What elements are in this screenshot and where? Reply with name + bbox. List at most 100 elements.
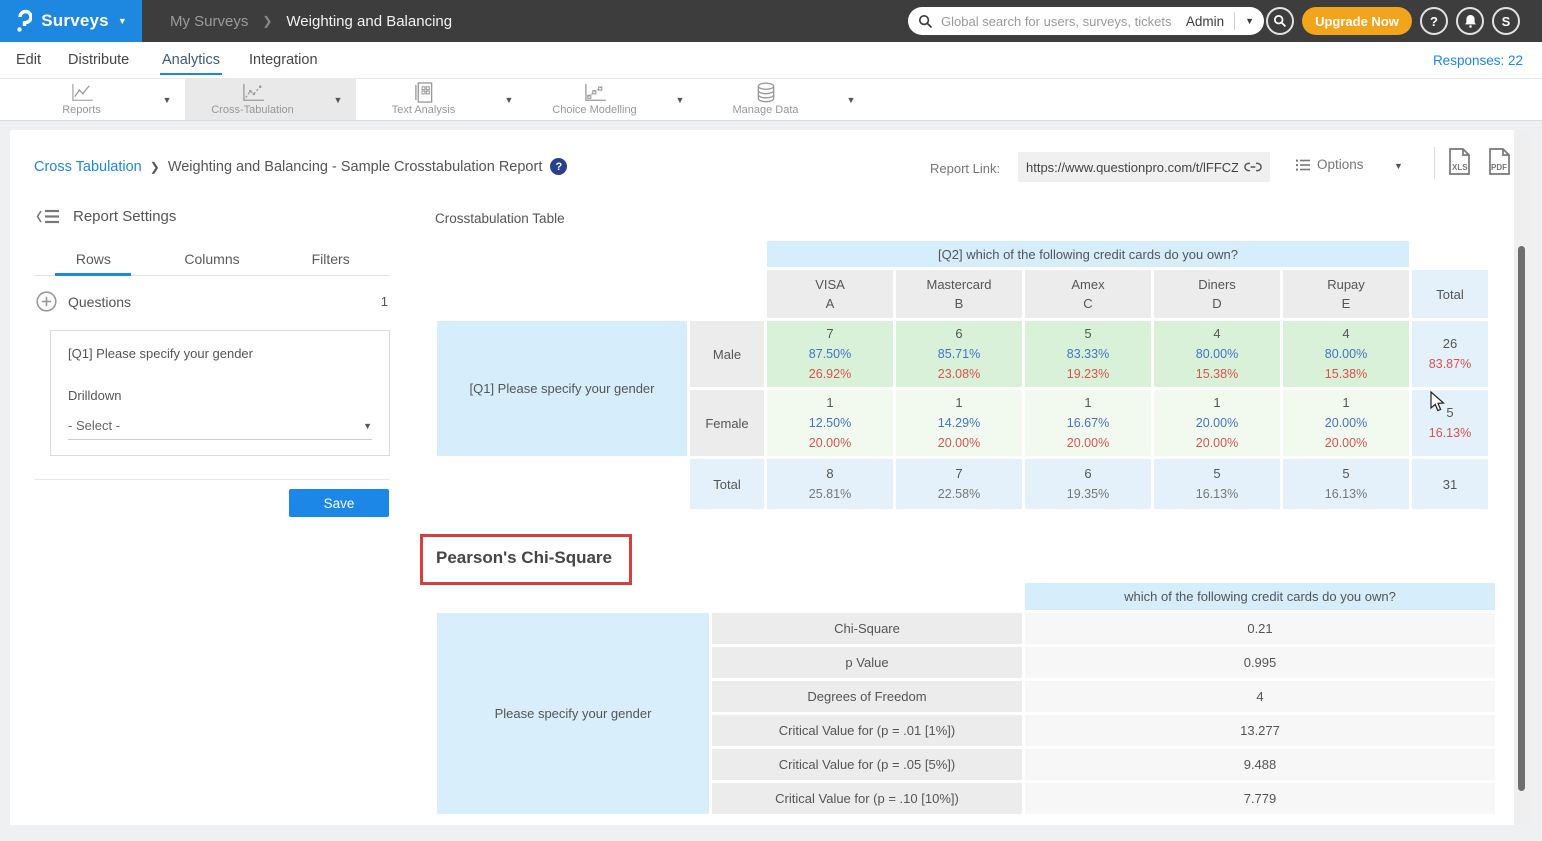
stat-value: 4	[1025, 681, 1495, 712]
total-cell: 516.13%	[1154, 459, 1280, 509]
text-analysis-icon	[414, 83, 434, 103]
tab-filters[interactable]: Filters	[271, 244, 390, 275]
report-help-icon[interactable]: ?	[550, 158, 567, 175]
row-label-female: Female	[690, 390, 764, 456]
data-cell: 480.00%15.38%	[1283, 321, 1409, 387]
report-settings-header: Report Settings	[36, 208, 176, 225]
product-name: Surveys	[41, 11, 109, 31]
divider	[34, 479, 390, 480]
tab-columns[interactable]: Columns	[153, 244, 272, 275]
window-breadcrumb: My Surveys ❯ Weighting and Balancing	[170, 0, 452, 42]
stat-label: Chi-Square	[712, 613, 1022, 644]
toolbar-group-manage-data: Manage Data ▼	[698, 79, 869, 120]
export-pdf-button[interactable]: PDF	[1486, 147, 1512, 182]
column-header: DinersD	[1154, 270, 1280, 318]
total-column-header: Total	[1412, 270, 1488, 318]
stat-label: Critical Value for (p = .10 [10%])	[712, 783, 1022, 814]
report-breadcrumb: Cross Tabulation ❯ Weighting and Balanci…	[34, 158, 567, 175]
reports-label: Reports	[62, 104, 101, 116]
bell-icon	[1464, 14, 1477, 28]
data-cell: 114.29%20.00%	[896, 390, 1022, 456]
help-button[interactable]: ?	[1420, 7, 1448, 35]
column-header: RupayE	[1283, 270, 1409, 318]
data-cell: 685.71%23.08%	[896, 321, 1022, 387]
text-analysis-dropdown-caret[interactable]: ▼	[491, 79, 527, 120]
svg-text:XLS: XLS	[1452, 163, 1468, 172]
options-dropdown-caret[interactable]: ▼	[1394, 161, 1403, 171]
data-cell: 112.50%20.00%	[767, 390, 893, 456]
scrollbar-thumb[interactable]	[1518, 246, 1525, 791]
manage-data-icon	[755, 83, 777, 103]
report-card: Cross Tabulation ❯ Weighting and Balanci…	[10, 130, 1530, 825]
search-icon	[1273, 14, 1287, 28]
add-circle-icon[interactable]	[36, 291, 57, 312]
add-questions-row[interactable]: Questions 1	[36, 291, 388, 312]
data-cell: 116.67%20.00%	[1025, 390, 1151, 456]
column-header: VISAA	[767, 270, 893, 318]
row-total-cell: 2683.87%	[1412, 321, 1488, 387]
save-button[interactable]: Save	[289, 489, 389, 517]
breadcrumb-parent[interactable]: My Surveys	[170, 13, 248, 30]
data-cell: 583.33%19.23%	[1025, 321, 1151, 387]
questionpro-logo-icon	[15, 9, 32, 33]
questions-label: Questions	[68, 294, 381, 310]
cross-tabulation-button[interactable]: Cross-Tabulation	[185, 79, 320, 120]
global-search: Admin ▼	[908, 7, 1264, 35]
drilldown-value: - Select -	[68, 418, 363, 433]
reports-button[interactable]: Reports	[14, 79, 149, 120]
chi-square-title: Pearson's Chi-Square	[436, 548, 612, 568]
options-button[interactable]: Options	[1296, 157, 1364, 172]
options-icon	[1296, 159, 1310, 171]
drilldown-select[interactable]: - Select - ▼	[68, 418, 372, 440]
cross-tabulation-link[interactable]: Cross Tabulation	[34, 159, 142, 175]
reports-icon	[70, 83, 94, 103]
crosstab-table: [Q2] which of the following credit cards…	[434, 238, 1491, 512]
search-scope-select[interactable]: Admin ▼	[1186, 12, 1254, 30]
crosstab-column-question: [Q2] which of the following credit cards…	[767, 241, 1409, 267]
choice-modelling-icon	[583, 83, 607, 103]
total-cell: 516.13%	[1283, 459, 1409, 509]
choice-modelling-dropdown-caret[interactable]: ▼	[662, 79, 698, 120]
total-cell: 722.58%	[896, 459, 1022, 509]
questions-count: 1	[381, 294, 388, 309]
report-link-label: Report Link:	[930, 161, 1000, 176]
link-icon[interactable]	[1244, 161, 1262, 173]
report-link-field[interactable]: https://www.questionpro.com/t/lFFCZg	[1018, 152, 1270, 182]
column-header: AmexC	[1025, 270, 1151, 318]
toolbar-group-text-analysis: Text Analysis ▼	[356, 79, 527, 120]
stat-value: 13.277	[1025, 715, 1495, 746]
stat-value: 0.995	[1025, 647, 1495, 678]
toolbar-group-cross-tabulation: Cross-Tabulation ▼	[185, 79, 356, 120]
crosstab-row-question: [Q1] Please specify your gender	[437, 321, 687, 456]
nav-item-integration[interactable]: Integration	[249, 52, 318, 68]
report-url[interactable]: https://www.questionpro.com/t/lFFCZg	[1026, 160, 1238, 175]
reports-dropdown-caret[interactable]: ▼	[149, 79, 185, 120]
manage-data-dropdown-caret[interactable]: ▼	[833, 79, 869, 120]
pdf-icon: PDF	[1486, 147, 1512, 177]
selected-question[interactable]: [Q1] Please specify your gender	[68, 346, 372, 361]
question-icon: ?	[1430, 14, 1438, 29]
report-title: Weighting and Balancing - Sample Crossta…	[168, 159, 543, 175]
search-button[interactable]	[1266, 7, 1294, 35]
text-analysis-label: Text Analysis	[392, 104, 456, 116]
nav-item-distribute[interactable]: Distribute	[68, 52, 129, 68]
global-search-input[interactable]	[941, 14, 1178, 29]
product-switcher[interactable]: Surveys ▼	[0, 0, 142, 42]
nav-item-edit[interactable]: Edit	[16, 52, 41, 68]
nav-item-analytics[interactable]: Analytics	[162, 52, 220, 68]
upgrade-now-button[interactable]: Upgrade Now	[1302, 7, 1412, 35]
manage-data-button[interactable]: Manage Data	[698, 79, 833, 120]
tab-rows[interactable]: Rows	[34, 244, 153, 275]
collapse-panel-icon[interactable]	[36, 209, 60, 224]
data-cell: 120.00%20.00%	[1154, 390, 1280, 456]
user-avatar[interactable]: S	[1492, 7, 1520, 35]
chevron-down-icon: ▼	[118, 16, 127, 26]
text-analysis-button[interactable]: Text Analysis	[356, 79, 491, 120]
export-xls-button[interactable]: XLS	[1446, 147, 1472, 182]
stat-value: 9.488	[1025, 749, 1495, 780]
choice-modelling-button[interactable]: Choice Modelling	[527, 79, 662, 120]
stat-label: Degrees of Freedom	[712, 681, 1022, 712]
cross-tabulation-dropdown-caret[interactable]: ▼	[320, 79, 356, 120]
notifications-button[interactable]	[1456, 7, 1484, 35]
grand-total-cell: 31	[1412, 459, 1488, 509]
